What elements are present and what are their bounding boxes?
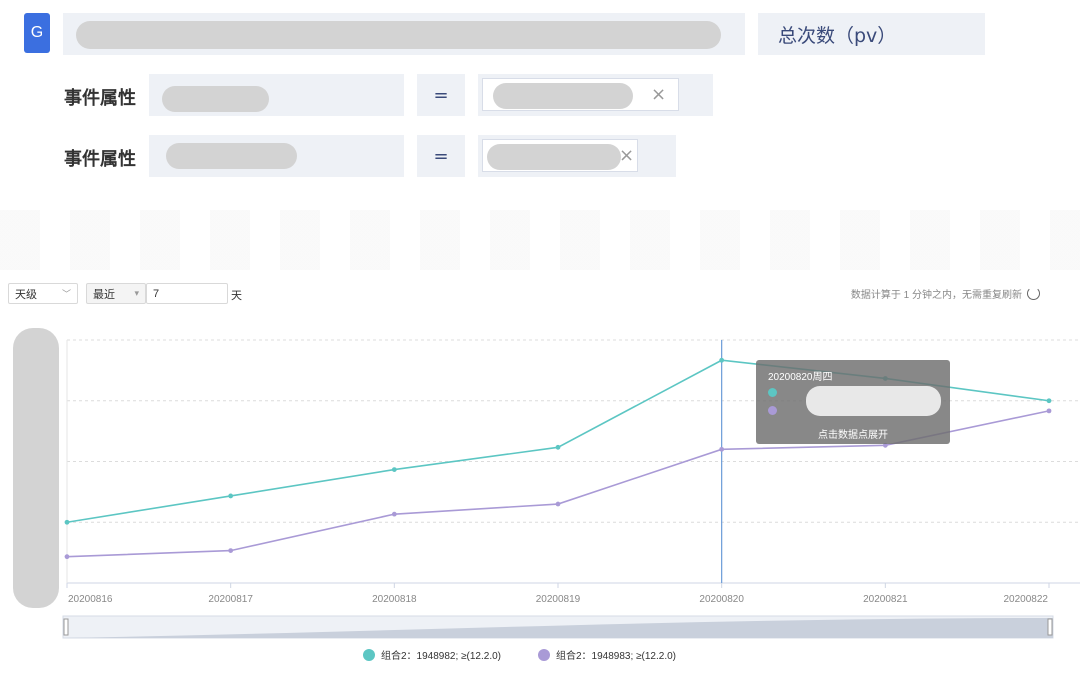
zoom-slider-left-handle bbox=[63, 618, 69, 636]
zoom-slider-right-handle bbox=[1047, 618, 1053, 636]
series-2-point bbox=[555, 501, 561, 507]
series-1-point bbox=[1046, 398, 1052, 404]
x-tick-label: 20200817 bbox=[208, 594, 253, 605]
legend-item-series-2[interactable]: 组合2：1948983; ≥(12.2.0) bbox=[538, 647, 676, 662]
series-2-point bbox=[1046, 408, 1052, 414]
legend-dot-series-1 bbox=[363, 648, 375, 661]
watermark-band bbox=[0, 210, 1080, 270]
redacted-property bbox=[162, 86, 269, 112]
x-tick-label: 20200818 bbox=[372, 594, 417, 605]
chevron-down-icon: ﹀ bbox=[61, 289, 71, 299]
filter-2-value-input[interactable]: × bbox=[482, 139, 638, 172]
series-1-point bbox=[719, 357, 725, 363]
granularity-select[interactable]: 天级 ﹀ bbox=[8, 283, 78, 304]
tooltip-series-2-dot bbox=[768, 406, 777, 415]
range-unit: 天 bbox=[231, 290, 242, 302]
filter-2-value-wrapper: × bbox=[478, 135, 676, 177]
redacted-value bbox=[493, 83, 633, 109]
x-tick-label: 20200816 bbox=[68, 594, 113, 605]
event-selector[interactable] bbox=[63, 13, 745, 55]
filter-2-operator[interactable]: = bbox=[417, 135, 465, 177]
tooltip-date: 20200820周四 bbox=[768, 372, 833, 383]
series-1-point bbox=[64, 519, 70, 525]
group-badge[interactable]: G bbox=[24, 13, 50, 53]
filter-1-value-input[interactable]: × bbox=[482, 78, 679, 111]
filter-1-label: 事件属性 bbox=[64, 88, 136, 109]
close-icon[interactable]: × bbox=[651, 84, 666, 105]
status-note: 数据计算于 1 分钟之内，无需重复刷新 bbox=[850, 290, 1022, 301]
redacted-property bbox=[166, 143, 297, 169]
series-1-point bbox=[555, 444, 561, 450]
close-icon[interactable]: × bbox=[619, 145, 634, 166]
series-1-point bbox=[391, 467, 397, 472]
series-2-point bbox=[228, 548, 234, 553]
x-tick-label: 20200820 bbox=[699, 594, 744, 605]
series-2-point bbox=[391, 511, 397, 517]
filter-2-property-select[interactable] bbox=[149, 135, 404, 177]
redacted-value bbox=[487, 144, 621, 170]
series-1-point bbox=[228, 493, 234, 499]
series-2-point bbox=[719, 446, 725, 452]
x-tick-label: 20200821 bbox=[863, 594, 908, 605]
metric-label: 总次数（pv） bbox=[778, 24, 897, 47]
chart-tooltip: 20200820周四 点击数据点展开 bbox=[756, 360, 950, 444]
filter-1-value-wrapper: × bbox=[478, 74, 713, 116]
range-mode-select[interactable]: 最近 ▾ bbox=[86, 283, 146, 304]
tooltip-action[interactable]: 点击数据点展开 bbox=[756, 426, 950, 441]
redacted-tooltip-values bbox=[806, 386, 941, 416]
caret-down-icon: ▾ bbox=[134, 288, 139, 298]
range-value-input[interactable]: 7 bbox=[146, 283, 228, 304]
series-2-point bbox=[64, 554, 70, 560]
redacted-event-name bbox=[76, 21, 721, 49]
legend-dot-series-2 bbox=[538, 648, 550, 661]
tooltip-series-1-dot bbox=[768, 388, 777, 397]
x-tick-label: 20200822 bbox=[1004, 594, 1049, 605]
filter-1-property-select[interactable] bbox=[149, 74, 404, 116]
filter-1-operator[interactable]: = bbox=[417, 74, 465, 116]
x-tick-label: 20200819 bbox=[536, 594, 581, 605]
legend-item-series-1[interactable]: 组合2：1948982; ≥(12.2.0) bbox=[363, 647, 501, 662]
metric-selector[interactable]: 总次数（pv） bbox=[758, 13, 985, 55]
filter-2-label: 事件属性 bbox=[64, 149, 136, 170]
refresh-icon[interactable] bbox=[1027, 287, 1040, 300]
